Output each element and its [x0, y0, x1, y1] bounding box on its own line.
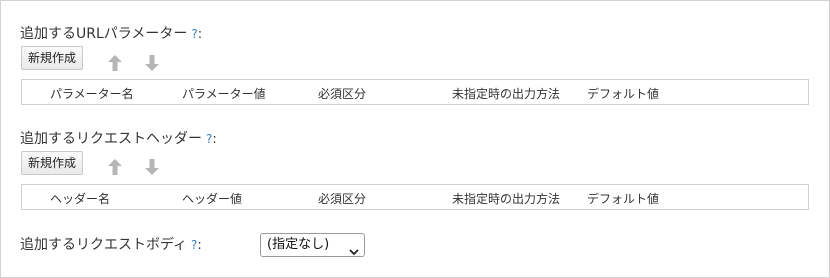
- body-title-text: 追加するリクエストボディ: [20, 237, 188, 253]
- headers-colon: :: [212, 132, 217, 147]
- chevron-down-icon: [349, 242, 359, 256]
- column-header-required: 必須区分: [318, 192, 367, 206]
- url-params-title: 追加するURLパラメーター?:: [20, 23, 202, 43]
- column-header-param-value: パラメーター値: [182, 87, 266, 101]
- column-header-output-method: 未指定時の出力方法: [452, 87, 561, 101]
- arrow-down-icon[interactable]: [144, 54, 160, 72]
- url-params-colon: :: [197, 27, 203, 42]
- request-body-select-value: (指定なし): [267, 237, 330, 252]
- url-params-title-text: 追加するURLパラメーター: [20, 26, 188, 42]
- headers-new-button[interactable]: 新規作成: [21, 151, 84, 175]
- column-header-header-value: ヘッダー値: [182, 192, 243, 206]
- column-header-default-value: デフォルト値: [587, 192, 660, 206]
- url-params-new-button[interactable]: 新規作成: [21, 46, 84, 70]
- column-header-required: 必須区分: [318, 87, 367, 101]
- request-body-select[interactable]: (指定なし): [260, 233, 365, 257]
- headers-title: 追加するリクエストヘッダー?:: [20, 128, 217, 148]
- column-header-default-value: デフォルト値: [587, 87, 660, 101]
- url-params-table-header: パラメーター名 パラメーター値 必須区分 未指定時の出力方法 デフォルト値: [21, 79, 809, 105]
- body-title: 追加するリクエストボディ?:: [20, 234, 202, 254]
- body-colon: :: [197, 238, 202, 253]
- headers-table-header: ヘッダー名 ヘッダー値 必須区分 未指定時の出力方法 デフォルト値: [21, 184, 809, 210]
- column-header-param-name: パラメーター名: [50, 87, 134, 101]
- settings-panel: 追加するURLパラメーター?: 新規作成 パラメーター名 パラメーター値 必須区…: [0, 0, 830, 278]
- column-header-output-method: 未指定時の出力方法: [452, 192, 561, 206]
- headers-title-text: 追加するリクエストヘッダー: [20, 131, 202, 147]
- column-header-header-name: ヘッダー名: [50, 192, 111, 206]
- arrow-up-icon[interactable]: [107, 158, 123, 176]
- arrow-down-icon[interactable]: [144, 158, 160, 176]
- arrow-up-icon[interactable]: [107, 54, 123, 72]
